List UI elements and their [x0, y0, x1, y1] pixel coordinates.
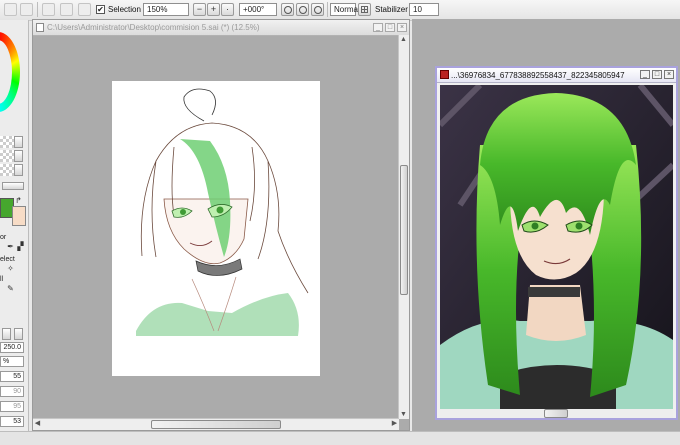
reference-artwork	[440, 85, 673, 409]
selection-label: Selection	[108, 5, 141, 14]
panel-button[interactable]	[14, 164, 23, 176]
persistence-field[interactable]: 53	[0, 416, 24, 427]
transparent-swatch[interactable]	[0, 150, 14, 162]
dilution-field[interactable]: 95	[0, 401, 24, 412]
brush-size-field[interactable]: 250.0	[0, 342, 24, 353]
stabilizer-select[interactable]: 10	[409, 3, 439, 16]
canvas-paper[interactable]	[112, 81, 320, 376]
scrollbar-thumb[interactable]	[151, 420, 281, 429]
color-wheel[interactable]	[0, 32, 20, 112]
reference-horizontal-scrollbar[interactable]	[440, 409, 673, 418]
invert-selection-button[interactable]	[60, 3, 73, 16]
check-icon: ✔	[97, 5, 104, 14]
status-bar	[0, 431, 680, 445]
rotate-right-icon[interactable]	[311, 3, 324, 16]
transparent-swatch[interactable]	[0, 164, 14, 176]
zoom-out-button[interactable]: −	[193, 3, 206, 16]
pen-tool-icon[interactable]: ✒	[6, 242, 15, 251]
canvas-window: C:\Users\Administrator\Desktop\commision…	[32, 19, 410, 431]
maximize-button[interactable]: □	[652, 70, 662, 79]
undo-button[interactable]	[4, 3, 17, 16]
reference-window-title: ...\36976834_677838892558437_82234580594…	[451, 71, 625, 80]
scrollbar-thumb[interactable]	[544, 409, 568, 418]
tool-label: or	[0, 234, 7, 241]
fill-tool-icon[interactable]: ▞	[16, 242, 25, 251]
canvas-window-titlebar[interactable]: C:\Users\Administrator\Desktop\commision…	[33, 20, 409, 36]
scroll-right-arrow-icon[interactable]: ▶	[390, 419, 399, 428]
density-field[interactable]: 55	[0, 371, 24, 382]
scroll-down-arrow-icon[interactable]: ▼	[399, 410, 408, 419]
reference-image-window: ...\36976834_677838892558437_82234580594…	[435, 66, 678, 420]
tool-label: ll	[0, 276, 4, 283]
left-tool-panel: ↱ or ✒ ▞ elect ✧ ll ✎ 250.0 % 55 90 95 5…	[0, 20, 29, 444]
scroll-up-arrow-icon[interactable]: ▲	[399, 35, 408, 44]
blending-field[interactable]: 90	[0, 386, 24, 397]
top-toolbar: ✔ Selection 150% − + · +000° Normal Stab…	[0, 0, 680, 21]
panel-button[interactable]	[14, 136, 23, 148]
canvas-horizontal-scrollbar[interactable]: ◀ ▶	[33, 418, 399, 430]
deselect-button[interactable]	[42, 3, 55, 16]
maximize-button[interactable]: □	[385, 23, 395, 32]
scrollbar-thumb[interactable]	[400, 165, 408, 295]
zoom-in-button[interactable]: +	[207, 3, 220, 16]
pencil-tool-icon[interactable]: ✎	[6, 284, 15, 293]
swap-colors-icon[interactable]: ↱	[14, 196, 23, 205]
background-color-swatch[interactable]	[12, 206, 26, 226]
canvas-window-title: C:\Users\Administrator\Desktop\commision…	[47, 23, 260, 32]
close-button[interactable]: ×	[397, 23, 407, 32]
redo-button[interactable]	[20, 3, 33, 16]
reference-window-titlebar[interactable]: ...\36976834_677838892558437_82234580594…	[437, 68, 676, 83]
tool-label: elect	[0, 256, 15, 263]
close-button[interactable]: ×	[664, 70, 674, 79]
blend-mode-select[interactable]: Normal	[330, 3, 360, 16]
brush-shape-button[interactable]	[14, 328, 23, 340]
toolbar-divider	[37, 2, 38, 17]
document-icon	[36, 23, 44, 32]
magic-wand-icon[interactable]: ✧	[6, 264, 15, 273]
minimize-button[interactable]: _	[640, 70, 650, 79]
rotate-reset-icon[interactable]	[296, 3, 309, 16]
image-file-icon	[440, 70, 449, 79]
brush-shape-button[interactable]	[2, 328, 11, 340]
canvas-artwork	[136, 88, 309, 336]
color-bar[interactable]	[2, 182, 24, 190]
reference-image	[440, 85, 673, 409]
selection-checkbox[interactable]: ✔	[96, 5, 105, 14]
stabilizer-label: Stabilizer	[375, 5, 408, 14]
minimize-button[interactable]: _	[373, 23, 383, 32]
toolbar-divider	[327, 2, 328, 17]
percent-field[interactable]: %	[0, 356, 24, 367]
transparent-swatch[interactable]	[0, 136, 14, 148]
rotation-field[interactable]: +000°	[239, 3, 277, 16]
zoom-field[interactable]: 150%	[143, 3, 189, 16]
canvas-vertical-scrollbar[interactable]: ▲ ▼	[398, 35, 409, 419]
zoom-reset-button[interactable]: ·	[221, 3, 234, 16]
panel-button[interactable]	[14, 150, 23, 162]
grid-icon[interactable]	[358, 3, 371, 16]
scroll-left-arrow-icon[interactable]: ◀	[33, 419, 42, 428]
show-selection-button[interactable]	[78, 3, 91, 16]
rotate-left-icon[interactable]	[281, 3, 294, 16]
